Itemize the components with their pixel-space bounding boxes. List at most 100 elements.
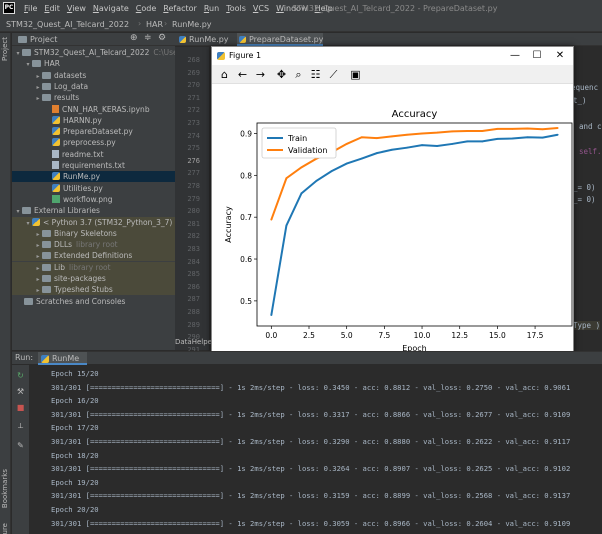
tree-item-label: Typeshed Stubs	[54, 285, 113, 295]
bookmarks-tool-button[interactable]: Bookmarks	[1, 469, 9, 508]
pan-icon[interactable]: ✥	[275, 68, 288, 81]
collapsed-arrow-icon[interactable]: ▸	[34, 71, 42, 81]
expanded-arrow-icon[interactable]: ▾	[14, 48, 22, 58]
wrench-icon[interactable]: ⚒	[16, 387, 25, 396]
tree-item-label: readme.txt	[62, 149, 104, 159]
menu-run[interactable]: Run	[204, 3, 219, 14]
tree-item-binary-skeletons[interactable]: ▸ Binary Skeletons	[12, 227, 175, 239]
line-number: 285	[187, 270, 200, 279]
tree-item-site-packages[interactable]: ▸ site-packages	[12, 273, 175, 284]
tree-item-harnn-py[interactable]: HARNN.py	[12, 115, 175, 126]
home-icon[interactable]: ⌂	[218, 68, 231, 81]
collapse-all-icon[interactable]: ≑	[144, 33, 152, 43]
tree-root-project[interactable]: ▾ STM32_Quest_AI_Telcard_2022C:\Users\e	[12, 47, 175, 58]
tree-item-utilities-py[interactable]: Utilities.py	[12, 183, 175, 194]
menu-view[interactable]: View	[67, 3, 86, 14]
y-tick-label: 0.8	[240, 171, 252, 180]
collapsed-arrow-icon[interactable]: ▸	[34, 263, 42, 273]
left-tool-stripe: Project Bookmarks Structure	[0, 33, 11, 534]
pin-icon[interactable]: ⟂	[16, 421, 25, 430]
tree-item-preprocess-py[interactable]: preprocess.py	[12, 137, 175, 148]
tree-item-har[interactable]: ▾ HAR	[12, 58, 175, 69]
collapsed-arrow-icon[interactable]: ▸	[34, 93, 42, 103]
collapsed-arrow-icon[interactable]: ▸	[34, 240, 42, 250]
locate-icon[interactable]: ⊕	[130, 33, 138, 43]
structure-tool-button[interactable]: Structure	[1, 523, 9, 534]
data-point-validation	[345, 143, 348, 145]
python-file-icon	[32, 217, 40, 226]
minimize-button[interactable]: —	[508, 49, 522, 63]
forward-arrow-icon[interactable]: →	[254, 68, 267, 81]
code-fragment: equenc	[571, 83, 599, 92]
tab-runme[interactable]: RunMe.py	[177, 33, 229, 46]
menu-file[interactable]: File	[24, 3, 37, 14]
line-number: 278	[187, 182, 200, 190]
data-point-validation	[436, 131, 439, 134]
tab-preparedataset[interactable]: PrepareDataset.py	[237, 33, 324, 46]
data-point-train	[451, 143, 454, 145]
tree-item-workflow-png[interactable]: workflow.png	[12, 194, 175, 205]
data-point-train	[481, 140, 484, 143]
back-arrow-icon[interactable]: ←	[236, 68, 249, 81]
run-tab-runme[interactable]: RunMe	[38, 352, 88, 365]
menu-refactor[interactable]: Refactor	[163, 3, 197, 14]
figure-canvas[interactable]: Accuracy Epoch Accuracy 0.0 2.5 5.0 7.5 10.0 12.…	[212, 84, 573, 353]
tree-item-preparedataset-py[interactable]: PrepareDataset.py	[12, 126, 175, 137]
line-number: 273	[187, 119, 200, 127]
line-number: 288	[187, 308, 200, 316]
gear-icon[interactable]: ⚙	[158, 33, 166, 43]
menu-edit[interactable]: Edit	[44, 3, 60, 14]
tree-item-datasets[interactable]: ▸ datasets	[12, 70, 175, 81]
folder-icon	[42, 71, 51, 79]
pin-tab-icon[interactable]: ✎	[16, 441, 25, 450]
line-number: 281	[187, 219, 200, 228]
tree-item-dlls[interactable]: ▸ DLLs library root	[12, 239, 175, 251]
tree-item-log-data[interactable]: ▸ Log_data	[12, 81, 175, 92]
x-tick-label: 2.5	[303, 331, 315, 340]
menu-code[interactable]: Code	[136, 3, 157, 14]
tree-item-extended-definitions[interactable]: ▸ Extended Definitions	[12, 250, 175, 262]
collapsed-arrow-icon[interactable]: ▸	[34, 285, 42, 295]
tree-item-label: HAR	[44, 59, 60, 69]
rerun-icon[interactable]: ↻	[16, 371, 25, 380]
legend-label-train: Train	[287, 134, 307, 143]
legend-label-validation: Validation	[288, 146, 328, 155]
close-button[interactable]: ✕	[553, 49, 567, 63]
tree-item-results[interactable]: ▸ results	[12, 92, 175, 103]
collapsed-arrow-icon[interactable]: ▸	[34, 229, 42, 239]
expanded-arrow-icon[interactable]: ▾	[24, 218, 32, 228]
console-output[interactable]: Epoch 15/20 301/301 [====================…	[30, 365, 602, 534]
zoom-icon[interactable]: ⌕	[292, 68, 305, 81]
tree-item-requirements-txt[interactable]: requirements.txt	[12, 160, 175, 171]
menu-navigate[interactable]: Navigate	[93, 3, 129, 14]
subplots-icon[interactable]: ☷	[309, 68, 322, 81]
tree-item-python-interpreter[interactable]: ▾< Python 3.7 (STM32_Python_3_7) >C:\	[12, 216, 175, 228]
project-view-selector[interactable]: Project	[30, 34, 57, 45]
collapsed-arrow-icon[interactable]: ▸	[34, 274, 42, 284]
tree-item-cnn-har-keras-ipynb[interactable]: CNN_HAR_KERAS.ipynb	[12, 104, 175, 115]
stop-icon[interactable]: ■	[16, 403, 25, 412]
expanded-arrow-icon[interactable]: ▾	[14, 206, 22, 216]
tree-item-scratches[interactable]: Scratches and Consoles	[12, 296, 175, 307]
breadcrumb-folder[interactable]: HAR	[146, 19, 163, 30]
tree-item-external-libraries[interactable]: ▾ External Libraries	[12, 205, 175, 216]
breadcrumb-file[interactable]: RunMe.py	[172, 19, 212, 30]
collapsed-arrow-icon[interactable]: ▸	[34, 251, 42, 261]
data-point-train	[315, 179, 318, 182]
collapsed-arrow-icon[interactable]: ▸	[34, 82, 42, 92]
tree-item-lib[interactable]: ▸ Lib library root	[12, 261, 175, 273]
expanded-arrow-icon[interactable]: ▾	[24, 59, 32, 69]
menu-tools[interactable]: Tools	[226, 3, 246, 14]
maximize-button[interactable]: ☐	[530, 49, 544, 63]
project-tool-button[interactable]: Project	[1, 37, 9, 61]
tree-item-runme-py[interactable]: RunMe.py	[12, 171, 175, 183]
tree-item-typeshed-stubs[interactable]: ▸ Typeshed Stubs	[12, 284, 175, 296]
save-icon[interactable]: ▣	[349, 68, 362, 81]
title-bar: PC File Edit View Navigate Code Refactor…	[0, 0, 602, 17]
breadcrumb-project[interactable]: STM32_Quest_AI_Telcard_2022	[6, 19, 129, 30]
tree-item-readme-txt[interactable]: readme.txt	[12, 149, 175, 160]
tree-item-label: PrepareDataset.py	[63, 127, 133, 137]
edit-axis-icon[interactable]: ⟋	[327, 68, 340, 81]
menu-vcs[interactable]: VCS	[253, 3, 269, 14]
console-epoch-line: Epoch 20/20	[51, 504, 99, 514]
